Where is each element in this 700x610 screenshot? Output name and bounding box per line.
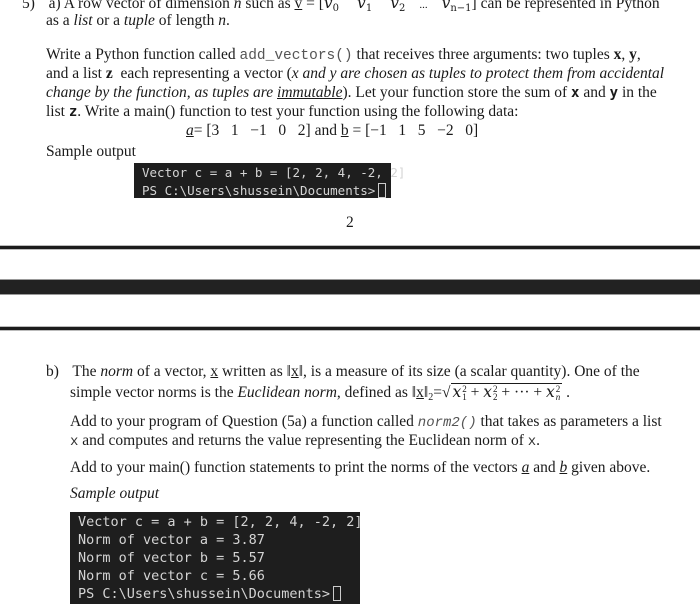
- text: in the: [618, 84, 657, 101]
- question-5a-para2-line2: and a list z each representing a vector …: [46, 65, 664, 83]
- terminal-prompt-line: PS C:\Users\shussein\Documents>: [78, 585, 352, 603]
- text: .: [225, 12, 230, 29]
- text: =: [433, 384, 443, 401]
- text: ] can be represented in Python: [471, 0, 660, 12]
- vector-a-symbol: a: [186, 122, 194, 139]
- text: x and y are chosen as tuples to protect …: [291, 65, 665, 82]
- terminal-output-a: Vector c = a + b = [2, 2, 4, -2, 2] PS C…: [134, 163, 406, 200]
- text: ‖, is a measure of its size (a scalar qu…: [298, 363, 640, 380]
- text: .: [536, 432, 541, 449]
- text: list: [73, 12, 93, 29]
- text: Add to your main() function statements t…: [70, 459, 522, 476]
- text: x: [210, 363, 219, 380]
- page-number: 2: [346, 214, 354, 231]
- vector-a-values: = [3 1 −1 0 2]: [193, 122, 311, 139]
- text: and: [310, 122, 341, 139]
- terminal-line: Vector c = a + b = [2, 2, 4, -2, 2]: [78, 514, 363, 530]
- page-separator-bar: [0, 279, 700, 295]
- sample-output-label-b: Sample output: [70, 485, 160, 502]
- text: x: [290, 363, 299, 380]
- question-5b-para2-line1: Add to your program of Question (5a) a f…: [70, 413, 662, 431]
- question-5a-para2-line3: change by the function, as tuples are im…: [46, 84, 657, 102]
- page-bottom-rule: [0, 245, 700, 250]
- text: , defined as ‖: [336, 384, 417, 401]
- question-number: 5): [22, 0, 35, 12]
- text: ,: [636, 46, 641, 63]
- function-name-norm2: norm2(): [417, 415, 477, 431]
- text: x: [527, 434, 537, 450]
- text: norm: [100, 363, 134, 380]
- text: given above.: [567, 459, 651, 476]
- terminal-line: Norm of vector c = 5.66: [78, 568, 265, 584]
- sqrt-formula: √ x 2 1 + x22 + ··· + x2n: [442, 383, 563, 403]
- vector-b-values: = [−1 1 5 −2 0]: [348, 122, 479, 139]
- text: as a: [46, 12, 74, 29]
- text: . Write a main() function to test your f…: [77, 103, 519, 120]
- question-5a-line-2: as a list or a tuple of length n.: [46, 12, 230, 30]
- text: y: [609, 85, 619, 101]
- terminal-prompt-line: PS C:\Users\shussein\Documents>: [142, 182, 387, 200]
- ellipsis: ...: [419, 0, 428, 11]
- terminal-output-b: Vector c = a + b = [2, 2, 4, -2, 2] Norm…: [70, 512, 363, 604]
- text: ). Let your function store the sum of: [342, 84, 572, 101]
- text: y: [629, 46, 637, 63]
- vector-v2: v2: [390, 0, 406, 14]
- terminal-line: Norm of vector a = 3.87: [78, 532, 265, 548]
- cursor-icon: [378, 183, 387, 198]
- prompt-text: PS C:\Users\shussein\Documents>: [78, 586, 330, 602]
- text: change by the function, as tuples are: [46, 84, 278, 101]
- terminal-line: Norm of vector b = 5.57: [78, 550, 265, 566]
- text: Write a Python function called: [46, 46, 240, 63]
- function-name-add-vectors: add_vectors(): [239, 48, 353, 64]
- text: and a list: [46, 65, 106, 82]
- test-data-line: a= [3 1 −1 0 2] and b = [−1 1 5 −2 0]: [186, 122, 478, 140]
- text: simple vector norms is the: [70, 384, 238, 401]
- vector-b-symbol: b: [340, 122, 349, 139]
- text: .: [562, 384, 571, 401]
- question-5b-para2-line2: x and computes and returns the value rep…: [70, 432, 540, 450]
- text: z: [105, 65, 113, 82]
- text: n: [233, 0, 242, 12]
- text: that takes as parameters a list: [476, 413, 662, 430]
- part-b-label: b): [46, 363, 59, 380]
- text: = [: [302, 0, 324, 12]
- vector-vn-1: vn−1: [441, 0, 472, 14]
- text: n: [218, 12, 226, 29]
- text: of a vector,: [133, 363, 211, 380]
- text: of length: [154, 12, 219, 29]
- question-5a-para2-line4: list z. Write a main() function to test …: [46, 103, 518, 121]
- text: written as ‖: [218, 363, 291, 380]
- text: each representing a vector (: [112, 65, 292, 82]
- text: immutable: [277, 84, 343, 101]
- text: or a: [92, 12, 124, 29]
- part-a-label: a): [48, 0, 61, 12]
- question-5b-para3: Add to your main() function statements t…: [70, 459, 650, 477]
- text: Add to your program of Question (5a) a f…: [70, 413, 418, 430]
- question-5b-line-1: b) The norm of a vector, x written as ‖x…: [46, 363, 640, 381]
- text: Euclidean norm: [237, 384, 337, 401]
- vector-v0: v0: [323, 0, 340, 14]
- question-5a-para2-line1: Write a Python function called add_vecto…: [46, 46, 641, 64]
- text: The: [72, 363, 101, 380]
- question-5b-line-2: simple vector norms is the Euclidean nor…: [70, 383, 570, 403]
- text: ,: [621, 46, 630, 63]
- text: and computes and returns the value repre…: [78, 432, 528, 449]
- text: and: [579, 84, 610, 101]
- vector-v1: v1: [357, 0, 373, 14]
- terminal-line: Vector c = a + b = [2, 2, 4, -2, 2]: [142, 165, 406, 180]
- sqrt-icon: √: [442, 384, 451, 401]
- text: that receives three arguments: two tuple…: [352, 46, 614, 63]
- text: z: [68, 104, 78, 120]
- cursor-icon: [332, 586, 341, 601]
- sample-output-label-a: Sample output: [46, 143, 136, 160]
- text: A row vector of dimension: [63, 0, 234, 12]
- page-top-rule: [0, 326, 700, 331]
- text: and: [529, 459, 560, 476]
- text: tuple: [123, 12, 155, 29]
- text: list: [46, 103, 69, 120]
- prompt-text: PS C:\Users\shussein\Documents>: [142, 183, 376, 198]
- text: such as: [241, 0, 295, 12]
- text: x: [416, 384, 424, 401]
